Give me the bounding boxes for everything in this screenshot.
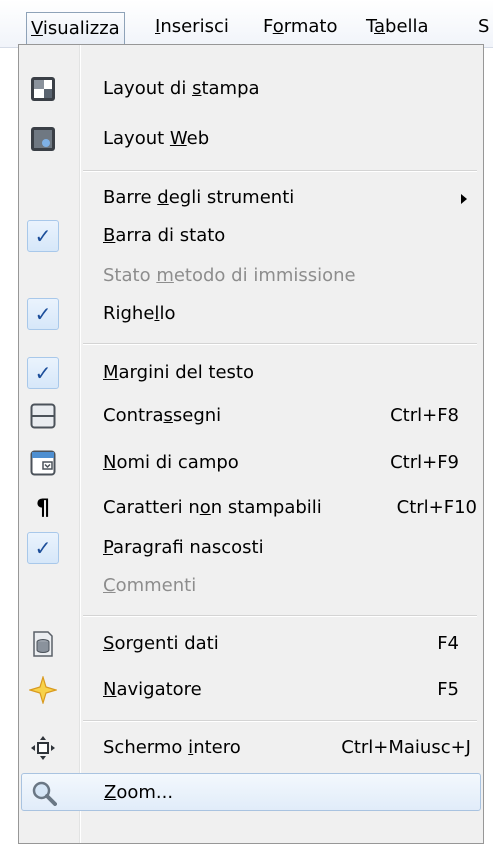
zoom-icon — [28, 777, 60, 809]
navigator-icon — [27, 674, 59, 706]
shortcut-label: F5 — [437, 679, 459, 700]
menu-item-layout-di-stampa[interactable]: Layout di stampa — [21, 70, 481, 108]
full-screen-icon — [27, 732, 59, 764]
menu-item-margini-del-testo[interactable]: ✓ Margini del testo — [21, 354, 481, 392]
menu-item-schermo-intero[interactable]: Schermo intero Ctrl+Maiusc+J — [21, 729, 481, 767]
menu-item-caratteri-non-stampabili[interactable]: ¶ Caratteri non stampabili Ctrl+F10 — [21, 489, 481, 527]
checkmark-icon: ✓ — [27, 532, 59, 564]
menu-separator — [83, 343, 477, 345]
checkmark-icon: ✓ — [27, 220, 59, 252]
menu-separator — [83, 170, 477, 172]
submenu-arrow-icon — [461, 194, 467, 204]
menu-inserisci[interactable]: Inserisci — [155, 12, 229, 42]
menu-separator — [83, 720, 477, 722]
menu-item-stato-metodo-di-immissione: Stato metodo di immissione — [103, 265, 356, 286]
checkmark-icon: ✓ — [27, 298, 59, 330]
shortcut-label: Ctrl+Maiusc+J — [341, 737, 471, 758]
menu-item-sorgenti-dati[interactable]: Sorgenti dati F4 — [21, 625, 481, 663]
menu-item-navigatore[interactable]: Navigatore F5 — [21, 671, 481, 709]
menu-item-zoom[interactable]: Zoom... — [21, 773, 481, 811]
shortcut-label: Ctrl+F10 — [396, 497, 477, 518]
menu-item-layout-web[interactable]: Layout Web — [21, 120, 481, 158]
checkmark-icon: ✓ — [27, 357, 59, 389]
menu-item-righello[interactable]: ✓ Righello — [21, 295, 481, 333]
menu-visualizza[interactable]: Visualizza — [26, 12, 125, 44]
menu-item-commenti: Commenti — [103, 575, 197, 596]
menu-bar: Visualizza Inserisci Formato Tabella S — [0, 0, 493, 48]
menu-item-paragrafi-nascosti[interactable]: ✓ Paragrafi nascosti — [21, 529, 481, 567]
shortcut-label: Ctrl+F9 — [390, 452, 459, 473]
bookmarks-icon — [27, 400, 59, 432]
menu-item-barre-degli-strumenti[interactable]: Barre degli strumenti — [21, 179, 481, 217]
menu-item-barra-di-stato[interactable]: ✓ Barra di stato — [21, 217, 481, 255]
shortcut-label: F4 — [437, 633, 459, 654]
menu-separator — [83, 615, 477, 617]
menu-item-nomi-di-campo[interactable]: Nomi di campo Ctrl+F9 — [21, 444, 481, 482]
menu-tabella[interactable]: Tabella — [366, 12, 429, 42]
menu-truncated[interactable]: S — [478, 12, 489, 42]
menu-formato[interactable]: Formato — [263, 12, 337, 42]
data-sources-icon — [27, 628, 59, 660]
print-layout-icon — [27, 73, 59, 105]
menu-item-contrassegni[interactable]: Contrassegni Ctrl+F8 — [21, 397, 481, 435]
shortcut-label: Ctrl+F8 — [390, 405, 459, 426]
pilcrow-icon: ¶ — [36, 495, 50, 521]
web-layout-icon — [27, 123, 59, 155]
visualizza-dropdown-menu: Layout di stampa Layout Web Barre degli … — [18, 44, 484, 844]
field-names-icon — [27, 447, 59, 479]
